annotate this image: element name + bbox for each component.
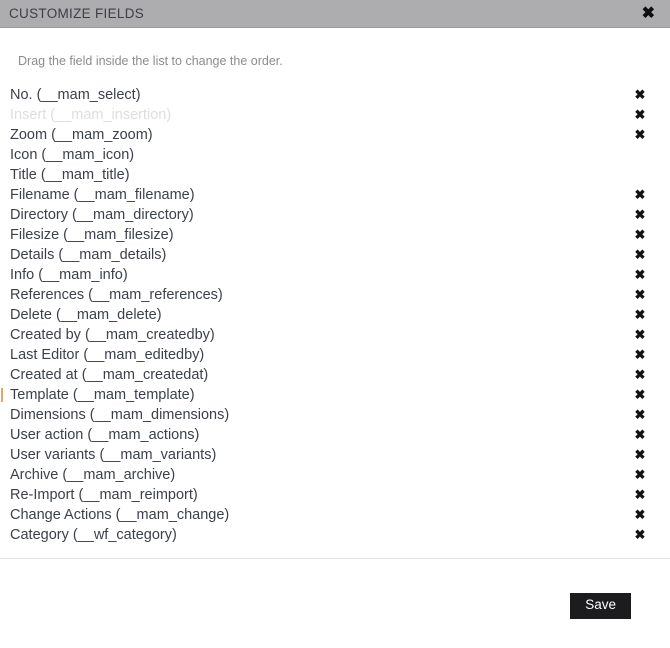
dialog-footer: Save (0, 558, 670, 648)
remove-field-icon[interactable]: ✖ (634, 465, 646, 485)
remove-field-icon[interactable]: ✖ (634, 405, 646, 425)
field-list-item[interactable]: No. (__mam_select) ✖ (0, 85, 670, 105)
field-list-item[interactable]: Details (__mam_details) ✖ (0, 245, 670, 265)
remove-field-icon[interactable]: ✖ (634, 385, 646, 405)
field-label: Created at (__mam_createdat) (10, 366, 209, 383)
remove-field-icon[interactable]: ✖ (634, 105, 646, 125)
field-list-item[interactable]: Category (__wf_category) ✖ (0, 525, 670, 545)
dialog-title: CUSTOMIZE FIELDS (9, 5, 145, 21)
field-list-item[interactable]: References (__mam_references) ✖ (0, 285, 670, 305)
remove-field-icon[interactable]: ✖ (634, 325, 646, 345)
field-label: User action (__mam_actions) (10, 426, 200, 443)
field-label: User variants (__mam_variants) (10, 446, 217, 463)
remove-field-icon[interactable]: ✖ (634, 485, 646, 505)
close-icon[interactable]: ✖ (641, 5, 656, 22)
dialog-body: Drag the field inside the list to change… (0, 28, 670, 558)
remove-field-icon[interactable]: ✖ (634, 85, 646, 105)
field-list-item[interactable]: Re-Import (__mam_reimport) ✖ (0, 485, 670, 505)
field-list-item[interactable]: Title (__mam_title) (0, 165, 670, 185)
remove-field-icon[interactable]: ✖ (634, 125, 646, 145)
field-list-item[interactable]: Filesize (__mam_filesize) ✖ (0, 225, 670, 245)
remove-field-icon[interactable]: ✖ (634, 505, 646, 525)
field-label: Filesize (__mam_filesize) (10, 226, 174, 243)
remove-field-icon[interactable]: ✖ (634, 245, 646, 265)
field-label: Info (__mam_info) (10, 266, 128, 283)
field-label: Icon (__mam_icon) (10, 146, 135, 163)
field-label: Insert (__mam_insertion) (10, 106, 172, 123)
remove-field-icon[interactable]: ✖ (634, 185, 646, 205)
drag-hint-text: Drag the field inside the list to change… (18, 54, 283, 68)
field-label: Details (__mam_details) (10, 246, 167, 263)
field-label: Change Actions (__mam_change) (10, 506, 230, 523)
customize-fields-dialog: CUSTOMIZE FIELDS ✖ Drag the field inside… (0, 0, 670, 648)
field-label: Filename (__mam_filename) (10, 186, 195, 203)
field-label: No. (__mam_select) (10, 86, 141, 103)
field-label: Zoom (__mam_zoom) (10, 126, 153, 143)
field-list-item[interactable]: Icon (__mam_icon) (0, 145, 670, 165)
field-label: Archive (__mam_archive) (10, 466, 176, 483)
dialog-titlebar: CUSTOMIZE FIELDS ✖ (0, 0, 670, 28)
field-label: Title (__mam_title) (10, 166, 130, 183)
remove-field-icon[interactable]: ✖ (634, 305, 646, 325)
field-list-item[interactable]: Archive (__mam_archive) ✖ (0, 465, 670, 485)
field-label: Dimensions (__mam_dimensions) (10, 406, 230, 423)
field-label: Re-Import (__mam_reimport) (10, 486, 198, 503)
field-list-item[interactable]: Delete (__mam_delete) ✖ (0, 305, 670, 325)
field-label: References (__mam_references) (10, 286, 223, 303)
field-list-item[interactable]: Change Actions (__mam_change) ✖ (0, 505, 670, 525)
field-list-item[interactable]: Created at (__mam_createdat) ✖ (0, 365, 670, 385)
field-label: Directory (__mam_directory) (10, 206, 194, 223)
save-button[interactable]: Save (570, 593, 631, 619)
field-list-item[interactable]: Info (__mam_info) ✖ (0, 265, 670, 285)
field-list-item[interactable]: Zoom (__mam_zoom) ✖ (0, 125, 670, 145)
drag-position-marker (1, 387, 3, 402)
field-list-item[interactable]: Directory (__mam_directory) ✖ (0, 205, 670, 225)
field-list-item[interactable]: User action (__mam_actions) ✖ (0, 425, 670, 445)
remove-field-icon[interactable]: ✖ (634, 225, 646, 245)
remove-field-icon[interactable]: ✖ (634, 265, 646, 285)
remove-field-icon[interactable]: ✖ (634, 205, 646, 225)
field-list-item[interactable]: Template (__mam_template) ✖ (0, 385, 670, 405)
remove-field-icon[interactable]: ✖ (634, 425, 646, 445)
remove-field-icon[interactable]: ✖ (634, 345, 646, 365)
remove-field-icon[interactable]: ✖ (634, 285, 646, 305)
field-list[interactable]: No. (__mam_select) ✖ Insert (__mam_inserti… (0, 68, 670, 545)
field-list-item: Insert (__mam_insertion) ✖ (0, 105, 670, 125)
field-label: Last Editor (__mam_editedby) (10, 346, 205, 363)
remove-field-icon[interactable]: ✖ (634, 525, 646, 545)
remove-field-icon[interactable]: ✖ (634, 365, 646, 385)
field-list-item[interactable]: Created by (__mam_createdby) ✖ (0, 325, 670, 345)
field-list-item[interactable]: Last Editor (__mam_editedby) ✖ (0, 345, 670, 365)
field-list-item[interactable]: User variants (__mam_variants) ✖ (0, 445, 670, 465)
remove-field-icon[interactable]: ✖ (634, 445, 646, 465)
field-label: Template (__mam_template) (10, 386, 195, 403)
field-list-item[interactable]: Filename (__mam_filename) ✖ (0, 185, 670, 205)
field-label: Category (__wf_category) (10, 526, 177, 543)
field-label: Delete (__mam_delete) (10, 306, 162, 323)
field-label: Created by (__mam_createdby) (10, 326, 215, 343)
field-list-item[interactable]: Dimensions (__mam_dimensions) ✖ (0, 405, 670, 425)
